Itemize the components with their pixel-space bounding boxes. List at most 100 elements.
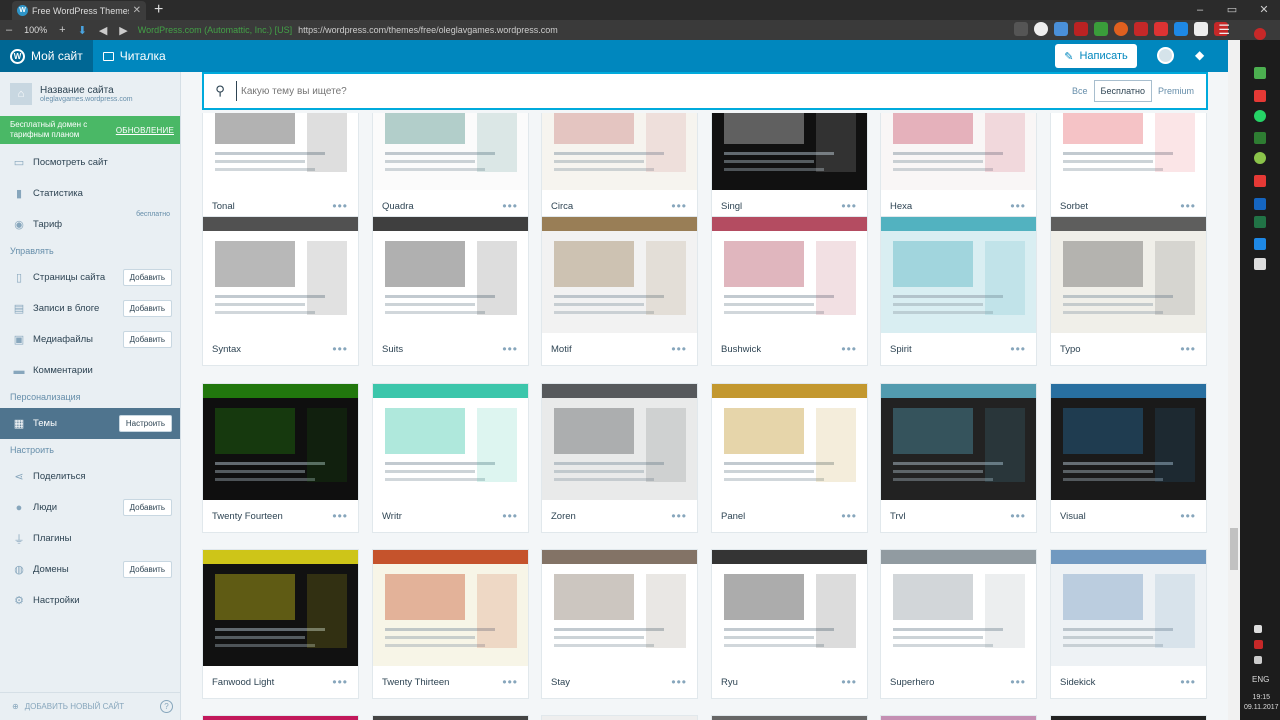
theme-name[interactable]: Writr (382, 511, 402, 522)
volume-icon[interactable] (1254, 656, 1262, 664)
add-people-button[interactable]: Добавить (122, 499, 172, 516)
theme-card[interactable] (711, 715, 868, 720)
theme-name[interactable]: Panel (721, 511, 745, 522)
site-card[interactable]: ⌂ Название сайта oleglavgames.wordpress.… (0, 72, 180, 116)
notifications-icon[interactable]: ◆ (1195, 48, 1204, 62)
upgrade-link[interactable]: ОБНОВЛЕНИЕ (116, 126, 174, 135)
theme-card[interactable]: Hexa ••• (880, 113, 1037, 223)
theme-name[interactable]: Tonal (212, 201, 235, 212)
search-input[interactable] (236, 81, 1067, 101)
taskbar-app-icon[interactable] (1254, 132, 1266, 144)
theme-card[interactable]: Twenty Fourteen ••• (202, 383, 359, 533)
theme-name[interactable]: Bushwick (721, 344, 761, 355)
tray-icon[interactable] (1254, 625, 1262, 633)
more-options-icon[interactable]: ••• (841, 342, 857, 356)
theme-name[interactable]: Quadra (382, 201, 414, 212)
sidebar-item-pages[interactable]: ▯ Страницы сайта Добавить (0, 262, 180, 293)
theme-name[interactable]: Zoren (551, 511, 576, 522)
avatar[interactable] (1157, 47, 1174, 64)
my-site-button[interactable]: W Мой сайт (0, 40, 93, 72)
sidebar-item-media[interactable]: ▣ Медиафайлы Добавить (0, 324, 180, 355)
taskbar-app-icon[interactable] (1254, 216, 1266, 228)
taskbar-app-icon[interactable] (1254, 110, 1266, 122)
theme-screenshot[interactable] (712, 217, 867, 333)
search-icon[interactable]: ⚲ (204, 83, 236, 99)
theme-screenshot[interactable] (1051, 113, 1206, 190)
add-media-button[interactable]: Добавить (122, 331, 172, 348)
more-options-icon[interactable]: ••• (841, 675, 857, 689)
theme-card[interactable]: Sidekick ••• (1050, 549, 1207, 699)
theme-card[interactable]: Fanwood Light ••• (202, 549, 359, 699)
more-options-icon[interactable]: ••• (332, 342, 348, 356)
theme-card[interactable]: Sorbet ••• (1050, 113, 1207, 223)
taskbar-app-icon[interactable] (1254, 238, 1266, 250)
forward-icon[interactable]: ▶ (113, 24, 133, 37)
url-field[interactable]: https://wordpress.com/themes/free/olegla… (292, 25, 558, 35)
taskbar-app-icon[interactable] (1254, 67, 1266, 79)
theme-name[interactable]: Sorbet (1060, 201, 1088, 212)
theme-name[interactable]: Twenty Thirteen (382, 677, 449, 688)
add-domain-button[interactable]: Добавить (122, 561, 172, 578)
sidebar-item-settings[interactable]: ⚙ Настройки (0, 585, 180, 616)
more-options-icon[interactable]: ••• (841, 509, 857, 523)
theme-card[interactable] (541, 715, 698, 720)
extension-icon[interactable] (1194, 22, 1208, 36)
sidebar-item-themes[interactable]: ▦ Темы Настроить (0, 408, 180, 439)
extension-icon[interactable] (1134, 22, 1148, 36)
theme-card[interactable]: Singl ••• (711, 113, 868, 223)
zoom-out-icon[interactable]: – (0, 24, 18, 36)
extension-icon[interactable] (1054, 22, 1068, 36)
zoom-in-icon[interactable]: + (53, 24, 71, 36)
tray-icon[interactable] (1254, 640, 1263, 649)
extension-icon[interactable] (1034, 22, 1048, 36)
theme-card[interactable] (1050, 715, 1207, 720)
theme-screenshot[interactable] (881, 550, 1036, 666)
minimize-icon[interactable]: – (1184, 0, 1216, 20)
theme-screenshot[interactable] (373, 217, 528, 333)
add-new-site-link[interactable]: ⊕ ДОБАВИТЬ НОВЫЙ САЙТ ? (0, 692, 181, 720)
extension-icon[interactable] (1094, 22, 1108, 36)
theme-card[interactable]: Visual ••• (1050, 383, 1207, 533)
more-options-icon[interactable]: ••• (502, 199, 518, 213)
language-indicator[interactable]: ENG (1252, 675, 1269, 684)
help-icon[interactable]: ? (160, 700, 173, 713)
more-options-icon[interactable]: ••• (502, 342, 518, 356)
filter-premium[interactable]: Premium (1152, 80, 1200, 102)
theme-screenshot[interactable] (542, 113, 697, 190)
sidebar-item-posts[interactable]: ▤ Записи в блоге Добавить (0, 293, 180, 324)
theme-card[interactable]: Superhero ••• (880, 549, 1037, 699)
theme-name[interactable]: Hexa (890, 201, 912, 212)
theme-name[interactable]: Sidekick (1060, 677, 1095, 688)
close-window-icon[interactable]: ✕ (1248, 0, 1280, 20)
sidebar-item-plugins[interactable]: ⏚ Плагины (0, 523, 180, 554)
theme-name[interactable]: Stay (551, 677, 570, 688)
theme-name[interactable]: Ryu (721, 677, 738, 688)
taskbar-app-icon[interactable] (1254, 90, 1266, 102)
sidebar-item-stats[interactable]: ▮ Статистика (0, 178, 180, 209)
theme-screenshot[interactable] (881, 384, 1036, 500)
more-options-icon[interactable]: ••• (671, 342, 687, 356)
theme-card[interactable]: Trvl ••• (880, 383, 1037, 533)
more-options-icon[interactable]: ••• (1010, 675, 1026, 689)
more-options-icon[interactable]: ••• (1180, 675, 1196, 689)
taskbar-app-icon[interactable] (1254, 198, 1266, 210)
more-options-icon[interactable]: ••• (502, 509, 518, 523)
theme-card[interactable]: Panel ••• (711, 383, 868, 533)
theme-screenshot[interactable] (712, 384, 867, 500)
theme-card[interactable]: Writr ••• (372, 383, 529, 533)
theme-card[interactable] (372, 715, 529, 720)
theme-card[interactable]: Syntax ••• (202, 216, 359, 366)
theme-screenshot[interactable] (1051, 550, 1206, 666)
sidebar-item-view-site[interactable]: ▭ Посмотреть сайт (0, 147, 180, 178)
more-options-icon[interactable]: ••• (1010, 199, 1026, 213)
theme-card[interactable]: Typo ••• (1050, 216, 1207, 366)
theme-screenshot[interactable] (203, 384, 358, 500)
more-options-icon[interactable]: ••• (1180, 199, 1196, 213)
theme-screenshot[interactable] (203, 550, 358, 666)
more-options-icon[interactable]: ••• (332, 675, 348, 689)
sidebar-item-share[interactable]: ⋖ Поделиться (0, 461, 180, 492)
more-options-icon[interactable]: ••• (1180, 342, 1196, 356)
theme-screenshot[interactable] (542, 217, 697, 333)
more-options-icon[interactable]: ••• (332, 509, 348, 523)
more-options-icon[interactable]: ••• (1010, 509, 1026, 523)
